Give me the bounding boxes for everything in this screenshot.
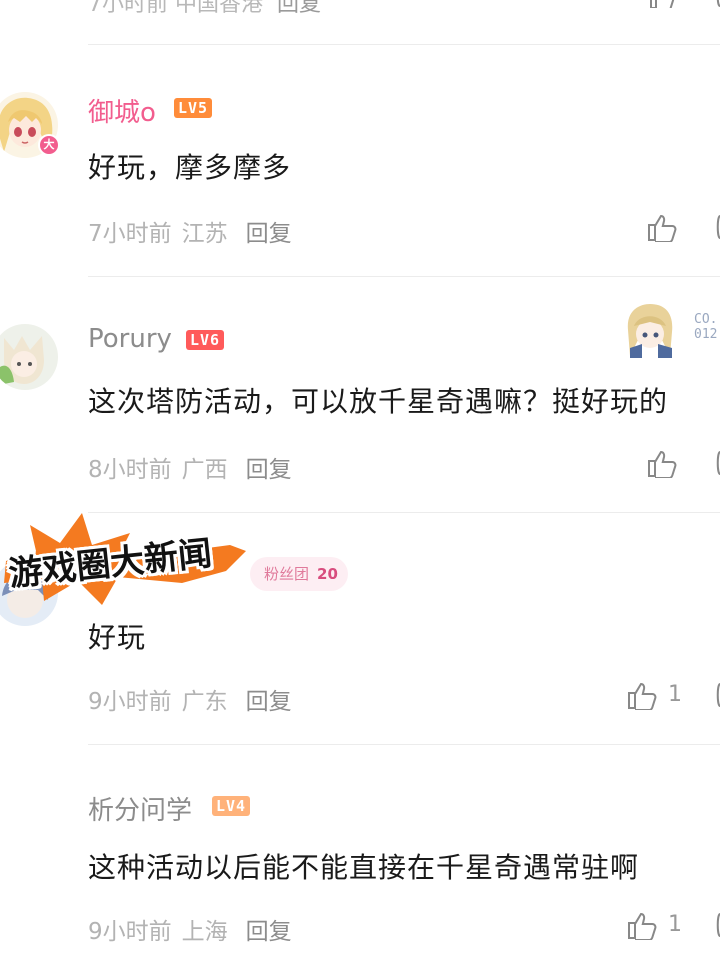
comment-location: 江苏 [181,221,228,247]
divider [88,744,720,745]
reply-button[interactable]: 回复 [246,919,292,945]
comment-meta: 7小时前 江苏 回复 [88,214,292,248]
level-badge: LV6 [186,330,225,350]
username[interactable]: Porury [88,324,172,354]
comment-location: 上海 [181,919,228,945]
fan-club-label: 粉丝团 [264,565,310,583]
thumbs-down-icon[interactable] [712,680,720,710]
reply-button[interactable]: 回复 [246,689,292,715]
fan-club-level: 20 [317,565,338,583]
avatar[interactable] [0,324,58,390]
comment-location: 广西 [181,457,228,483]
level-badge: LV5 [174,98,213,118]
partial-reply-button[interactable]: 回复 [277,0,321,17]
partial-meta-text: 7小时前 中国香港 [88,0,263,17]
decoration-label: CO. 012 [694,312,718,342]
thumbs-down-icon[interactable] [712,0,720,8]
partial-comment-meta: 7小时前 中国香港 回复 [88,0,321,18]
comment-time: 9小时前 [88,689,172,715]
thumbs-up-icon[interactable] [626,680,660,710]
comment-time: 9小时前 [88,919,172,945]
divider [88,44,720,45]
vip-badge: 大 [38,134,60,156]
thumbs-up-icon[interactable] [648,0,678,8]
username[interactable]: 析分问学 [88,790,192,827]
reply-button[interactable]: 回复 [246,457,292,483]
thumbs-up-icon[interactable] [626,910,660,940]
comment-location: 广东 [181,689,228,715]
reply-button[interactable]: 回复 [246,221,292,247]
thumbs-down-icon[interactable] [712,212,720,242]
like-count: 1 [668,912,682,937]
comment-meta: 8小时前 广西 回复 [88,450,292,484]
comment-text: 这次塔防活动，可以放千星奇遇嘛？挺好玩的 [88,385,669,418]
comment-text: 好玩 [88,621,147,654]
level-badge: LV4 [212,796,251,816]
comment-text: 好玩，摩多摩多 [88,151,292,184]
thumbs-up-icon[interactable] [646,448,680,478]
divider [88,276,720,277]
comment-text: 这种活动以后能不能直接在千星奇遇常驻啊 [88,851,640,884]
comment-time: 8小时前 [88,457,172,483]
thumbs-up-icon[interactable] [646,212,680,242]
thumbs-down-icon[interactable] [712,448,720,478]
decoration-character-icon [620,300,680,360]
fan-club-badge[interactable]: 粉丝团 20 [250,557,348,591]
like-count: 1 [668,682,682,707]
comment-time: 7小时前 [88,221,172,247]
username[interactable]: 御城o [88,92,156,129]
thumbs-down-icon[interactable] [712,910,720,940]
comment-meta: 9小时前 广东 回复 [88,682,292,716]
comment-meta: 9小时前 上海 回复 [88,912,292,946]
